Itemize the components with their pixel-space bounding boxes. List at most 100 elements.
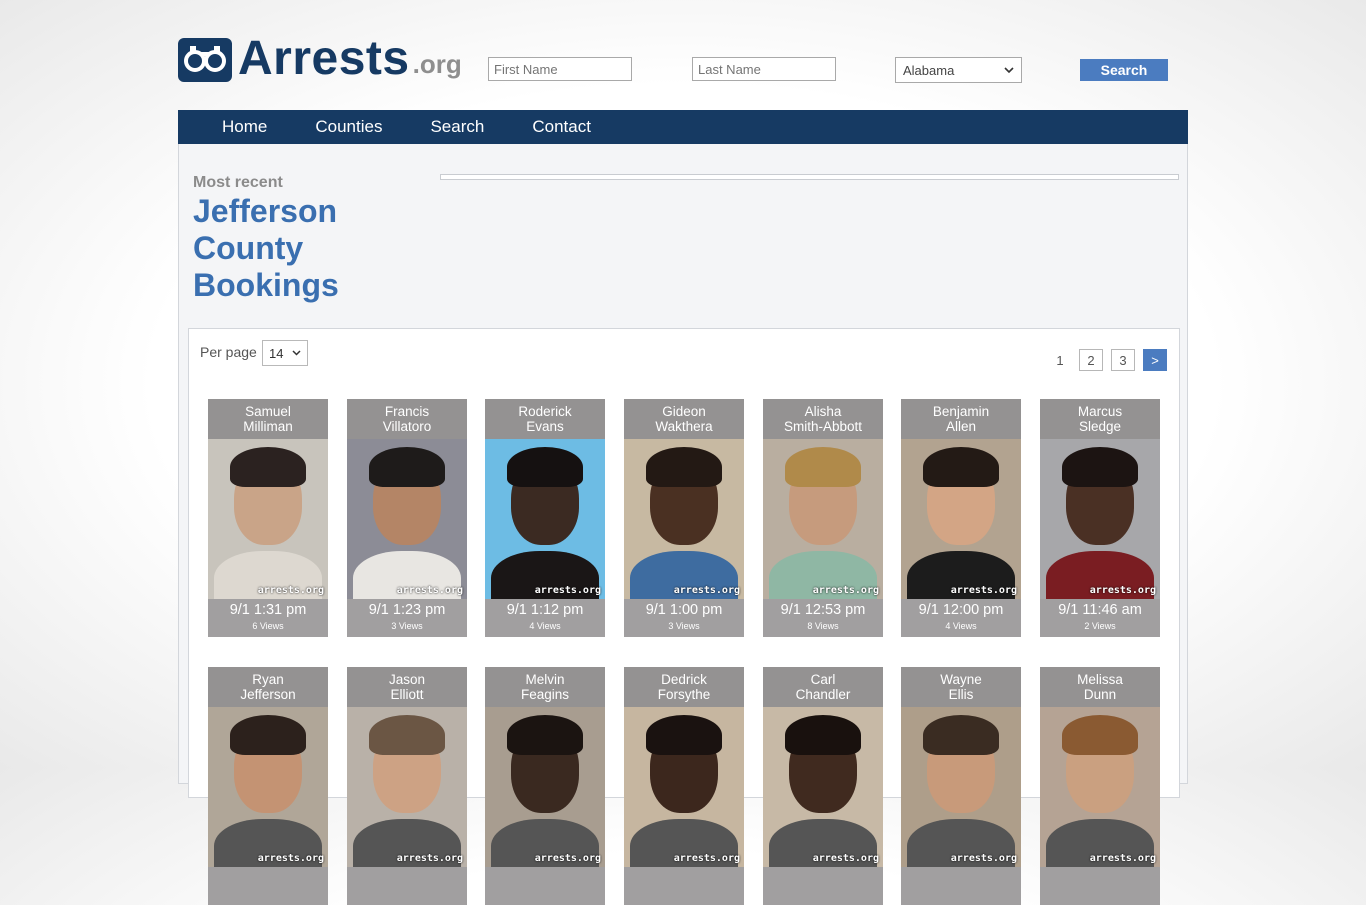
last-name-input[interactable] [692,57,836,81]
mugshot-photo[interactable]: arrests.org [208,439,328,599]
card-first-name: Wayne [940,672,982,687]
booking-card[interactable]: Carl Chandler arrests.org [763,667,883,905]
mugshot-photo[interactable]: arrests.org [347,707,467,867]
card-name[interactable]: Jason Elliott [347,667,467,707]
booking-card[interactable]: Roderick Evans arrests.org 9/1 1:12 pm 4 Vie… [485,399,605,637]
mugshot-hair [785,447,861,487]
watermark: arrests.org [1089,585,1156,596]
card-last-name: Elliott [390,687,424,702]
logo-text: Arrests [238,32,410,85]
mugshot-photo[interactable]: arrests.org [1040,439,1160,599]
card-name[interactable]: Roderick Evans [485,399,605,439]
watermark: arrests.org [812,853,879,864]
nav-search[interactable]: Search [430,117,484,137]
booking-card[interactable]: Francis Villatoro arrests.org 9/1 1:23 pm 3 … [347,399,467,637]
card-name[interactable]: Benjamin Allen [901,399,1021,439]
mugshot-photo[interactable]: arrests.org [901,439,1021,599]
card-first-name: Jason [388,672,426,687]
booking-card[interactable]: Wayne Ellis arrests.org [901,667,1021,905]
mugshot-photo[interactable]: arrests.org [763,439,883,599]
booking-time [763,867,883,870]
mugshot-hair [1062,447,1138,487]
card-name[interactable]: Dedrick Forsythe [624,667,744,707]
booking-card[interactable]: Alisha Smith-Abbott arrests.org 9/1 12:53 p… [763,399,883,637]
card-name[interactable]: Ryan Jefferson [208,667,328,707]
card-name[interactable]: Melvin Feagins [485,667,605,707]
watermark: arrests.org [1089,853,1156,864]
card-last-name: Ellis [948,687,974,702]
card-name[interactable]: Carl Chandler [763,667,883,707]
view-count: 3 Views [668,621,700,631]
card-last-name: Sledge [1078,419,1122,434]
search-button[interactable]: Search [1080,59,1168,81]
card-name[interactable]: Alisha Smith-Abbott [763,399,883,439]
mugshot-hair [369,715,445,755]
view-count: 6 Views [252,621,284,631]
booking-card[interactable]: Samuel Milliman arrests.org 9/1 1:31 pm 6 Vi… [208,399,328,637]
watermark: arrests.org [534,585,601,596]
card-first-name: Gideon [662,404,706,419]
watermark: arrests.org [396,585,463,596]
card-name[interactable]: Gideon Wakthera [624,399,744,439]
state-select[interactable]: Alabama [895,57,1022,83]
nav-contact[interactable]: Contact [532,117,591,137]
nav-home[interactable]: Home [222,117,267,137]
mugshot-photo[interactable]: arrests.org [763,707,883,867]
site-logo[interactable]: Arrests .org [178,32,462,85]
booking-card[interactable]: Ryan Jefferson arrests.org [208,667,328,905]
first-name-input[interactable] [488,57,632,81]
card-last-name: Feagins [520,687,570,702]
page-3-link[interactable]: 3 [1111,349,1135,371]
mugshot-hair [230,715,306,755]
card-name[interactable]: Francis Villatoro [347,399,467,439]
per-page-label: Per page [200,344,257,360]
nav-counties[interactable]: Counties [315,117,382,137]
mugshot-hair [923,715,999,755]
booking-card[interactable]: Melvin Feagins arrests.org [485,667,605,905]
card-name[interactable]: Marcus Sledge [1040,399,1160,439]
mugshot-photo[interactable]: arrests.org [208,707,328,867]
mugshot-photo[interactable]: arrests.org [624,707,744,867]
watermark: arrests.org [950,853,1017,864]
watermark: arrests.org [812,585,879,596]
card-last-name: Chandler [795,687,851,702]
per-page-select[interactable]: 14 [262,340,308,366]
per-page-value: 14 [269,345,284,361]
card-first-name: Roderick [518,404,572,419]
handcuffs-icon [178,38,232,82]
mugshot-hair [646,715,722,755]
card-first-name: Melvin [525,672,565,687]
booking-card[interactable]: Marcus Sledge arrests.org 9/1 11:46 am 2 Vie… [1040,399,1160,637]
mugshot-photo[interactable]: arrests.org [347,439,467,599]
page: Arrests .org Alabama Search Home Countie… [0,0,1366,905]
card-last-name: Jefferson [240,687,296,702]
booking-time [208,867,328,870]
card-last-name: Evans [526,419,564,434]
booking-card[interactable]: Benjamin Allen arrests.org 9/1 12:00 pm 4 Vi… [901,399,1021,637]
booking-card[interactable]: Melissa Dunn arrests.org [1040,667,1160,905]
results-box: Per page 14 1 2 3 > Samuel Milliman arrest… [188,328,1180,905]
most-recent-label: Most recent [193,174,283,191]
card-last-name: Wakthera [655,419,713,434]
page-2-link[interactable]: 2 [1079,349,1103,371]
card-first-name: Samuel [245,404,291,419]
mugshot-photo[interactable]: arrests.org [485,707,605,867]
page-1-current: 1 [1056,352,1064,368]
card-name[interactable]: Wayne Ellis [901,667,1021,707]
mugshot-hair [785,715,861,755]
mugshot-photo[interactable]: arrests.org [485,439,605,599]
card-name[interactable]: Melissa Dunn [1040,667,1160,707]
mugshot-photo[interactable]: arrests.org [624,439,744,599]
booking-card[interactable]: Gideon Wakthera arrests.org 9/1 1:00 pm 3 Vi… [624,399,744,637]
next-page-button[interactable]: > [1143,349,1167,371]
view-count: 8 Views [807,621,839,631]
mugshot-photo[interactable]: arrests.org [1040,707,1160,867]
booking-card[interactable]: Jason Elliott arrests.org [347,667,467,905]
booking-card[interactable]: Dedrick Forsythe arrests.org [624,667,744,905]
mugshot-photo[interactable]: arrests.org [901,707,1021,867]
card-last-name: Villatoro [382,419,432,434]
card-last-name: Milliman [243,419,293,434]
watermark: arrests.org [257,853,324,864]
booking-time: 9/1 1:31 pm [229,602,307,618]
card-name[interactable]: Samuel Milliman [208,399,328,439]
